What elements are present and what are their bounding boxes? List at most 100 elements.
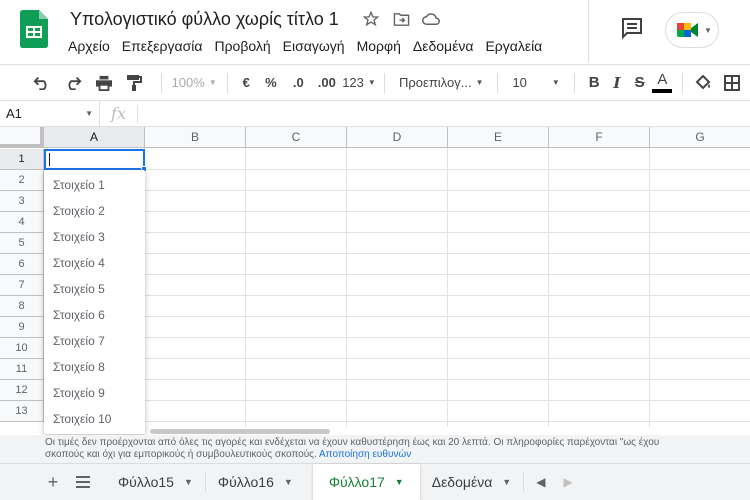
row-header-6[interactable]: 6: [0, 254, 44, 275]
zoom-select[interactable]: 100% ▼: [170, 70, 219, 96]
column-header-f[interactable]: F: [549, 127, 650, 148]
disclaimer-link[interactable]: Αποποίηση ευθυνών: [319, 449, 411, 460]
row-header-1[interactable]: 1: [0, 149, 44, 170]
dropdown-option[interactable]: Στοιχείο 9: [44, 380, 145, 406]
fill-color-icon[interactable]: [691, 70, 716, 96]
row-header-4[interactable]: 4: [0, 212, 44, 233]
header-divider: [588, 0, 589, 62]
strikethrough-button[interactable]: S: [628, 70, 651, 96]
gridline: [447, 148, 448, 427]
dropdown-option[interactable]: Στοιχείο 1: [44, 172, 145, 198]
chevron-down-icon[interactable]: ▼: [284, 477, 293, 487]
row-header-7[interactable]: 7: [0, 275, 44, 296]
row-header-11[interactable]: 11: [0, 359, 44, 380]
borders-icon[interactable]: [719, 70, 744, 96]
more-formats-label: 123: [342, 75, 364, 90]
row-header-10[interactable]: 10: [0, 338, 44, 359]
row-header-9[interactable]: 9: [0, 317, 44, 338]
chevron-down-icon[interactable]: ▼: [184, 477, 193, 487]
comments-button[interactable]: [620, 16, 646, 42]
dropdown-option[interactable]: Στοιχείο 8: [44, 354, 145, 380]
gridline: [649, 148, 650, 427]
text-color-label: A: [657, 70, 668, 88]
title-icons: [362, 10, 440, 28]
add-sheet-button[interactable]: +: [38, 467, 68, 497]
dropdown-option[interactable]: Στοιχείο 4: [44, 250, 145, 276]
italic-button[interactable]: I: [606, 70, 629, 96]
tab-separator: [523, 472, 525, 492]
menu-view[interactable]: Προβολή: [208, 36, 276, 56]
menu-data[interactable]: Δεδομένα: [407, 36, 480, 56]
row-header-5[interactable]: 5: [0, 233, 44, 254]
toolbar-separator: [384, 72, 386, 93]
cloud-status-icon[interactable]: [422, 10, 440, 28]
font-size-select[interactable]: 10 ▼: [506, 70, 565, 96]
gridline: [44, 274, 750, 275]
document-title[interactable]: Υπολογιστικό φύλλο χωρίς τίτλο 1: [70, 9, 339, 30]
formula-input[interactable]: [138, 101, 750, 127]
column-header-e[interactable]: E: [448, 127, 549, 148]
select-all-corner[interactable]: [0, 127, 44, 148]
column-header-g[interactable]: G: [650, 127, 750, 148]
dropdown-option[interactable]: Στοιχείο 10: [44, 406, 145, 432]
gridline: [346, 148, 347, 427]
sheet-tab-fyllo15[interactable]: Φύλλο15 ▼: [106, 464, 205, 500]
print-icon[interactable]: [91, 70, 116, 96]
dropdown-option[interactable]: Στοιχείο 2: [44, 198, 145, 224]
menu-insert[interactable]: Εισαγωγή: [277, 36, 351, 56]
move-folder-icon[interactable]: [392, 10, 410, 28]
currency-format-button[interactable]: €: [236, 70, 257, 96]
row-header-8[interactable]: 8: [0, 296, 44, 317]
all-sheets-icon[interactable]: [68, 467, 98, 497]
chevron-down-icon[interactable]: ▼: [395, 477, 404, 487]
meet-button[interactable]: ▼: [665, 12, 719, 48]
menu-edit[interactable]: Επεξεργασία: [116, 36, 209, 56]
sheet-tab-fyllo16[interactable]: Φύλλο16 ▼: [206, 464, 305, 500]
more-formats-select[interactable]: 123 ▼: [342, 70, 376, 96]
column-header-d[interactable]: D: [347, 127, 448, 148]
row-header-2[interactable]: 2: [0, 170, 44, 191]
column-header-a[interactable]: A: [44, 127, 145, 148]
sheets-logo-icon[interactable]: [20, 10, 48, 48]
sheet-tab-label: Φύλλο16: [217, 474, 274, 490]
undo-icon[interactable]: [30, 70, 55, 96]
text-color-button[interactable]: A: [651, 70, 674, 96]
menu-bar: Αρχείο Επεξεργασία Προβολή Εισαγωγή Μορφ…: [62, 36, 548, 56]
horizontal-scrollbar[interactable]: [150, 429, 330, 434]
menu-format[interactable]: Μορφή: [351, 36, 407, 56]
active-cell-a1[interactable]: [44, 149, 147, 172]
zoom-value: 100%: [171, 75, 205, 90]
sheet-tab-fyllo17[interactable]: Φύλλο17 ▼: [312, 463, 420, 500]
row-header-3[interactable]: 3: [0, 191, 44, 212]
row-header-13[interactable]: 13: [0, 401, 44, 422]
redo-icon[interactable]: [61, 70, 86, 96]
paint-format-icon[interactable]: [122, 70, 147, 96]
name-box[interactable]: A1 ▼: [0, 100, 100, 127]
percent-format-button[interactable]: %: [257, 70, 285, 96]
row-header-12[interactable]: 12: [0, 380, 44, 401]
chevron-down-icon: ▼: [208, 78, 217, 87]
text-cursor: [49, 153, 50, 166]
dropdown-option[interactable]: Στοιχείο 5: [44, 276, 145, 302]
column-header-c[interactable]: C: [246, 127, 347, 148]
meet-icon: [677, 23, 698, 37]
menu-tools[interactable]: Εργαλεία: [479, 36, 548, 56]
increase-decimals-button[interactable]: .00: [312, 70, 342, 96]
dropdown-option[interactable]: Στοιχείο 7: [44, 328, 145, 354]
star-icon[interactable]: [362, 10, 380, 28]
toolbar-separator: [497, 72, 499, 93]
scroll-right-icon[interactable]: ▶: [563, 475, 572, 489]
chevron-down-icon[interactable]: ▼: [502, 477, 511, 487]
decrease-decimals-button[interactable]: .0: [285, 70, 312, 96]
column-header-b[interactable]: B: [145, 127, 246, 148]
dropdown-option[interactable]: Στοιχείο 6: [44, 302, 145, 328]
scroll-left-icon[interactable]: ◀: [536, 475, 545, 489]
gridline: [44, 337, 750, 338]
menu-file[interactable]: Αρχείο: [62, 36, 116, 56]
sheet-nav: ◀ ▶: [536, 475, 572, 489]
font-family-select[interactable]: Προεπιλογ... ▼: [393, 70, 489, 96]
toolbar-separator: [681, 72, 683, 93]
dropdown-option[interactable]: Στοιχείο 3: [44, 224, 145, 250]
sheet-tab-dedomena[interactable]: Δεδομένα ▼: [420, 464, 524, 500]
bold-button[interactable]: B: [583, 70, 606, 96]
